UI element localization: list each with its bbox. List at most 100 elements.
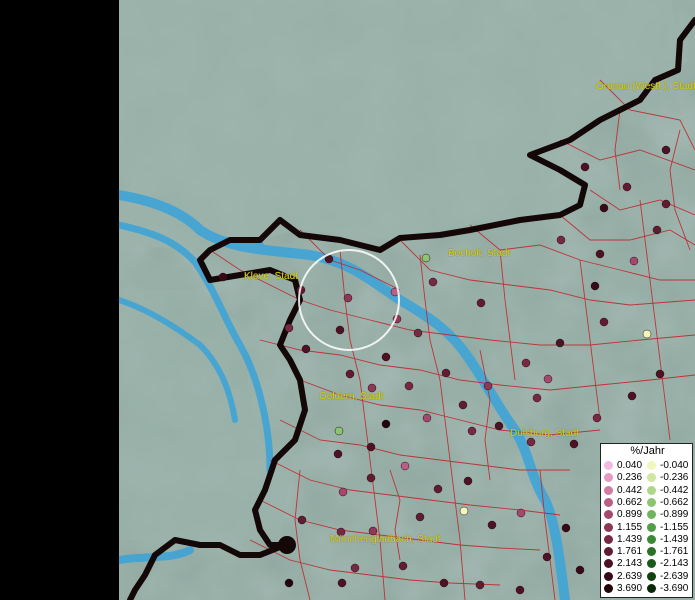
legend-value: 1.155 <box>617 521 643 533</box>
city-label-gronau: Gronau (Westf.), Stadt <box>596 81 695 92</box>
legend-value: 2.639 <box>617 570 643 582</box>
legend-row-positive: 1.439 <box>604 533 642 546</box>
legend-row-positive: 2.143 <box>604 557 642 570</box>
legend-value: -1.761 <box>660 546 689 558</box>
data-point-marker <box>467 426 477 436</box>
data-point-marker <box>333 449 343 459</box>
legend-swatch <box>604 584 613 593</box>
data-point-marker <box>350 563 360 573</box>
legend-value: -0.662 <box>660 496 689 508</box>
legend-row-negative: -2.639 <box>647 570 688 583</box>
legend-swatch <box>647 522 656 532</box>
data-point-marker <box>652 225 662 235</box>
data-point-marker <box>543 374 553 384</box>
legend-swatch <box>604 522 613 532</box>
map-viewport[interactable]: Gronau (Westf.), Stadt Bocholt, Stadt Kl… <box>0 0 695 600</box>
data-point-marker <box>655 369 665 379</box>
legend-row-negative: -2.143 <box>647 557 688 570</box>
data-point-marker <box>413 328 423 338</box>
data-point-marker <box>627 391 637 401</box>
data-point-marker <box>592 413 602 423</box>
legend-row-negative: -0.236 <box>647 471 688 484</box>
legend-swatch <box>647 485 656 495</box>
data-point-marker <box>516 508 526 518</box>
legend-value: 2.143 <box>617 558 643 570</box>
data-point-marker <box>622 182 632 192</box>
city-label-duisburg: Duisburg, Stadt <box>510 428 579 439</box>
data-point-marker <box>475 580 485 590</box>
legend-swatch <box>604 497 613 507</box>
legend-row-positive: 3.690 <box>604 582 642 595</box>
legend-row-negative: -1.155 <box>647 521 688 534</box>
map-legend: %/Jahr 0.040 0.236 0.442 0.662 0.899 1.155 1.4… <box>600 443 693 598</box>
data-point-marker <box>629 256 639 266</box>
data-point-marker <box>532 393 542 403</box>
legend-row-negative: -0.040 <box>647 459 688 472</box>
legend-swatch <box>647 547 656 557</box>
data-point-marker <box>661 199 671 209</box>
data-point-marker <box>599 203 609 213</box>
data-point-marker <box>284 578 294 588</box>
legend-value: -0.040 <box>660 460 689 471</box>
legend-value: -0.899 <box>660 509 689 521</box>
data-point-marker <box>661 145 671 155</box>
data-point-marker <box>494 421 504 431</box>
legend-swatch <box>604 473 613 483</box>
data-point-marker <box>400 461 410 471</box>
border-node <box>278 536 296 554</box>
data-point-marker <box>459 506 469 516</box>
data-point-marker <box>575 565 585 575</box>
legend-value: -2.639 <box>660 570 689 582</box>
legend-row-positive: 0.442 <box>604 484 642 497</box>
legend-swatch <box>604 510 613 520</box>
data-point-marker <box>366 473 376 483</box>
legend-swatch <box>604 534 613 544</box>
legend-value: -0.442 <box>660 484 689 496</box>
data-point-marker <box>415 512 425 522</box>
data-point-marker <box>642 329 652 339</box>
data-point-marker <box>580 162 590 172</box>
data-point-marker <box>569 439 579 449</box>
legend-row-positive: 0.662 <box>604 496 642 509</box>
data-point-marker <box>398 561 408 571</box>
data-point-marker <box>463 476 473 486</box>
legend-swatch <box>647 461 656 470</box>
data-point-marker <box>599 317 609 327</box>
data-point-marker <box>556 235 566 245</box>
legend-row-negative: -3.690 <box>647 582 688 595</box>
city-label-moenchengladbach: Mönchengladbach, Stadt <box>330 534 441 545</box>
legend-row-positive: 2.639 <box>604 570 642 583</box>
data-point-marker <box>366 442 376 452</box>
data-point-marker <box>218 272 228 282</box>
legend-row-positive: 1.155 <box>604 521 642 534</box>
legend-swatch <box>647 510 656 520</box>
data-point-marker <box>483 381 493 391</box>
legend-swatch <box>647 534 656 544</box>
data-point-marker <box>555 338 565 348</box>
legend-swatch <box>604 571 613 581</box>
data-point-marker <box>515 585 525 595</box>
legend-swatch <box>604 547 613 557</box>
legend-row-positive: 0.236 <box>604 471 642 484</box>
legend-title: %/Jahr <box>630 445 665 457</box>
legend-swatch <box>604 559 613 569</box>
data-point-marker <box>561 523 571 533</box>
legend-row-negative: -0.442 <box>647 484 688 497</box>
legend-row-negative: -1.439 <box>647 533 688 546</box>
data-point-marker <box>433 484 443 494</box>
legend-value: -3.690 <box>660 583 689 594</box>
legend-value: -0.236 <box>660 472 689 484</box>
legend-value: -1.439 <box>660 533 689 545</box>
data-point-marker <box>439 578 449 588</box>
data-point-marker <box>521 358 531 368</box>
data-point-marker <box>458 400 468 410</box>
data-point-marker <box>441 368 451 378</box>
legend-swatch <box>647 473 656 483</box>
city-label-kleve: Kleve, Stadt <box>244 271 298 282</box>
city-label-bocholt: Bocholt, Stadt <box>448 248 511 259</box>
legend-swatch <box>647 584 656 593</box>
data-point-marker <box>476 298 486 308</box>
legend-swatch <box>604 485 613 495</box>
legend-swatch <box>647 497 656 507</box>
data-point-marker <box>428 277 438 287</box>
